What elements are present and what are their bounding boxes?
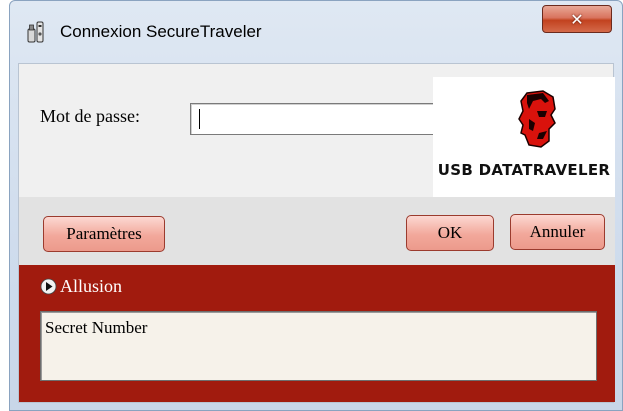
window-title: Connexion SecureTraveler (60, 22, 262, 41)
button-bar: Paramètres OK Annuler (19, 197, 615, 265)
password-label: Mot de passe: (40, 106, 140, 126)
hint-panel: Allusion Secret Number (19, 265, 615, 402)
hint-label: Allusion (60, 276, 123, 296)
login-dialog: Connexion SecureTraveler ✕ Mot de passe:… (9, 0, 623, 411)
password-field[interactable] (190, 103, 433, 135)
dialog-body: Mot de passe: USB DATATRAVELER Paramètre… (18, 63, 615, 403)
kingston-head-logo (513, 89, 561, 149)
hint-text-box: Secret Number (40, 311, 597, 381)
brand-text: USB DATATRAVELER (437, 161, 611, 179)
triangle-right-icon (40, 278, 57, 295)
settings-button[interactable]: Paramètres (43, 216, 165, 252)
text-cursor (199, 109, 200, 129)
brand-logo: USB DATATRAVELER (433, 77, 615, 197)
cancel-button[interactable]: Annuler (510, 214, 605, 250)
usb-key-icon (27, 20, 45, 44)
title-bar[interactable]: Connexion SecureTraveler ✕ (10, 1, 622, 63)
close-button[interactable]: ✕ (542, 5, 612, 33)
ok-button[interactable]: OK (406, 215, 494, 251)
close-icon: ✕ (570, 9, 584, 29)
hint-toggle[interactable]: Allusion (40, 276, 122, 297)
